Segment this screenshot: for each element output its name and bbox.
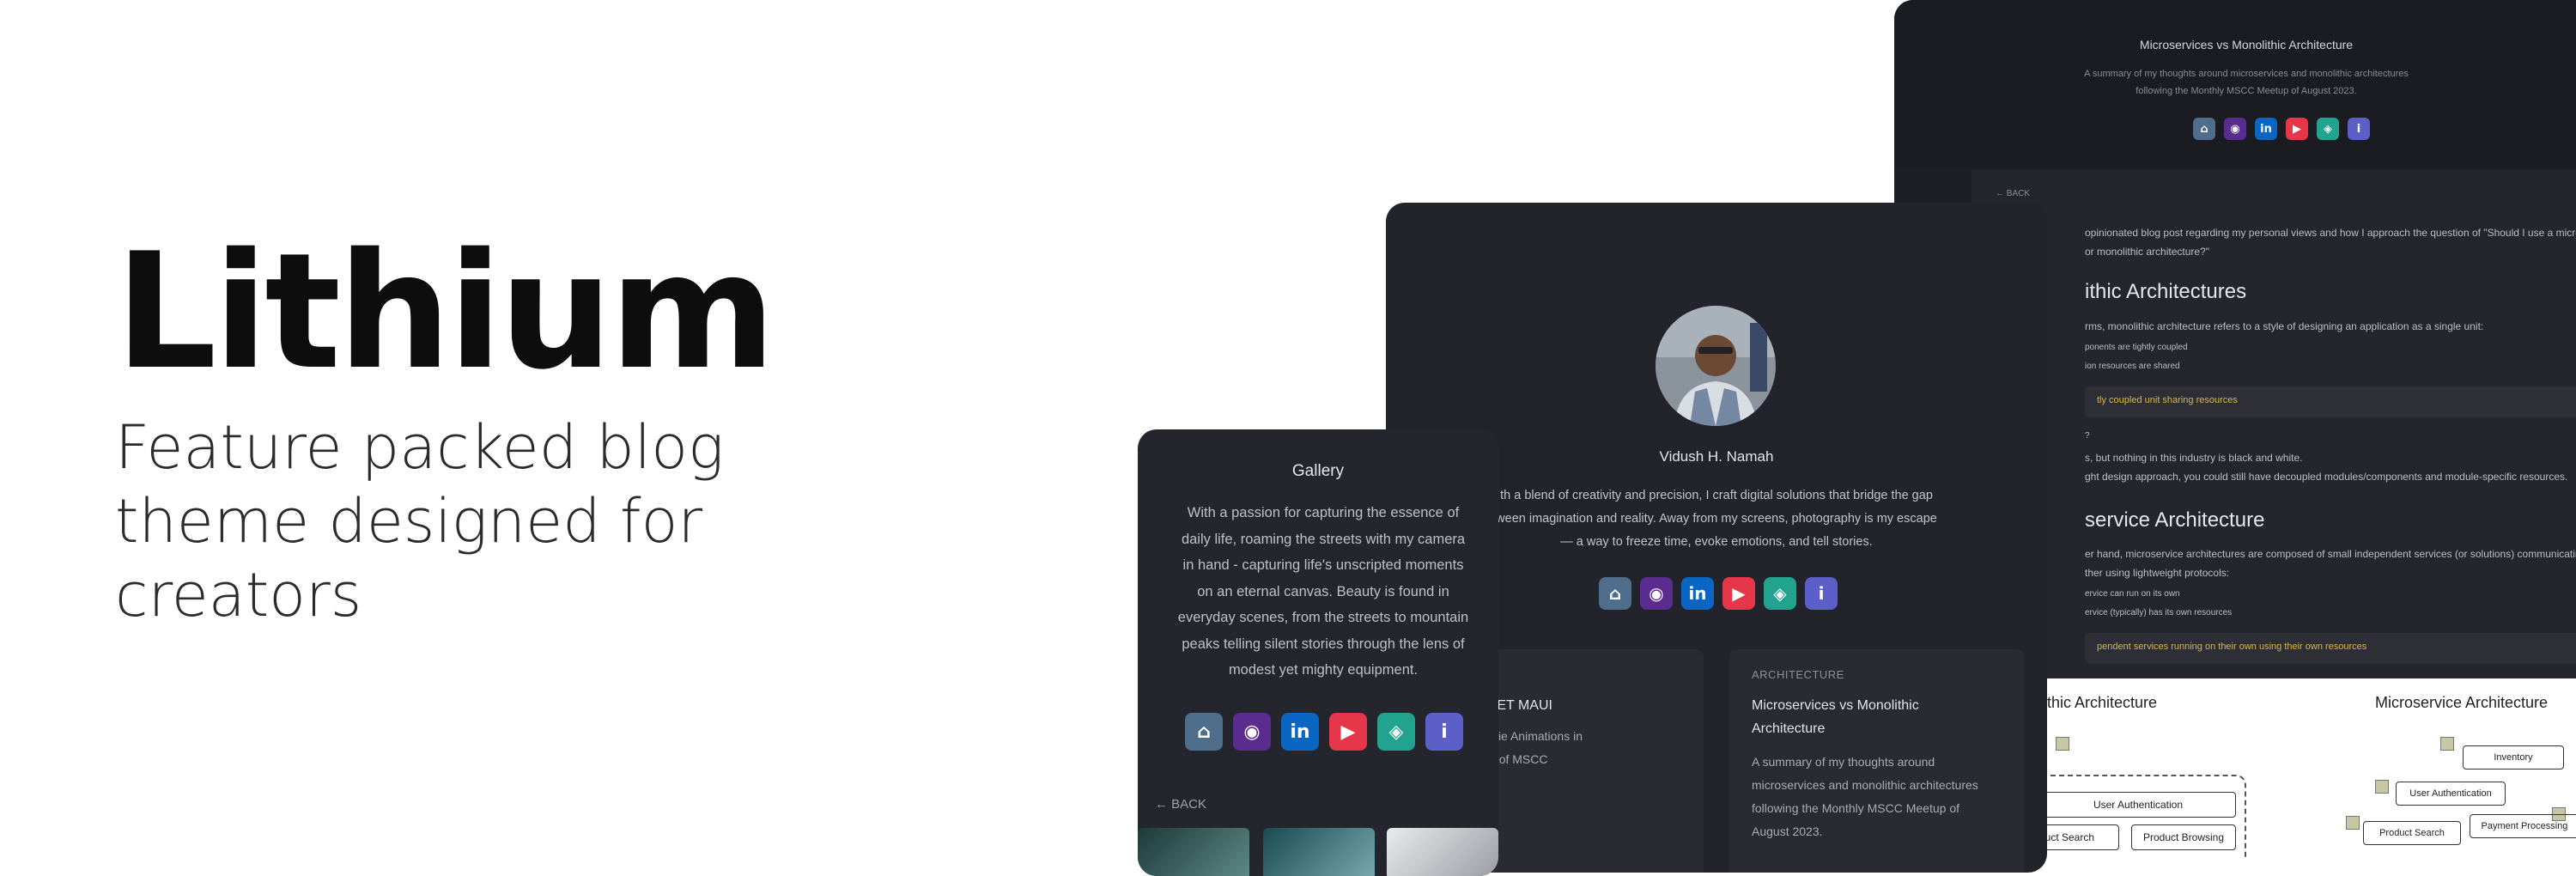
article-header: Microservices vs Monolithic Architecture… (1894, 0, 2576, 167)
gallery-desc-line: in hand - capturing life's unscripted mo… (1182, 557, 1464, 573)
article-description: A summary of my thoughts around microser… (1894, 65, 2576, 100)
article-intro-line: or monolithic architecture?" (2085, 246, 2209, 258)
social-links: ⌂ ◉ in ▶ ◈ i (1185, 713, 1463, 751)
post-desc-line: August 2023. (1752, 824, 1823, 838)
back-link[interactable]: ← BACK (1155, 797, 1206, 812)
paragraph: er hand, microservice architectures are … (2085, 548, 2576, 560)
diagram-left-title: lithic Architecture (2040, 694, 2158, 711)
callout: pendent services running on their own us… (2085, 633, 2576, 664)
architecture-diagram: lithic Architecture Microservice Archite… (1971, 678, 2576, 859)
article-description-line: following the Monthly MSCC Meetup of Aug… (2136, 86, 2357, 96)
hero-subtitle-line: theme designed for (115, 486, 703, 557)
hero-subtitle: Feature packed blog theme designed for c… (115, 411, 733, 632)
paragraph: ght design approach, you could still hav… (2085, 471, 2568, 483)
camera-icon[interactable]: ◈ (1764, 577, 1796, 610)
article-description-line: A summary of my thoughts around microser… (2084, 69, 2409, 79)
back-label: BACK (1171, 797, 1207, 812)
back-link[interactable]: ← BACK (1996, 189, 2030, 198)
paragraph: rms, monolithic architecture refers to a… (2085, 320, 2484, 332)
bio-line: ween imagination and reality. Away from … (1496, 512, 1937, 526)
gallery-desc-line: With a passion for capturing the essence… (1187, 505, 1460, 520)
diagram-box: Payment Processing (2470, 814, 2576, 838)
youtube-icon[interactable]: ▶ (1329, 713, 1367, 751)
heading-monolithic: ithic Architectures (2085, 280, 2247, 303)
diagram-box: User Authentication (2040, 792, 2236, 818)
camera-icon[interactable]: ◈ (1377, 713, 1415, 751)
hero-subtitle-line: creators (115, 560, 362, 630)
linkedin-icon[interactable]: in (1681, 577, 1714, 610)
post-description: A summary of my thoughts around microser… (1752, 751, 1978, 843)
info-icon[interactable]: i (1425, 713, 1463, 751)
article-intro: opinionated blog post regarding my perso… (2085, 223, 2576, 261)
hero-title: Lithium (115, 218, 776, 405)
hero: Lithium Feature packed blog theme design… (115, 218, 776, 632)
hero-subtitle-line: Feature packed blog (115, 412, 725, 483)
gallery-thumbnail[interactable] (1263, 828, 1375, 876)
database-icon (2440, 737, 2454, 751)
post-title-line: Microservices vs Monolithic (1752, 698, 1919, 713)
database-icon (2375, 780, 2389, 794)
bullet: ion resources are shared (2085, 362, 2180, 371)
database-icon (2346, 816, 2360, 830)
diagram-box: Product Browsing (2131, 824, 2236, 850)
arrow-left-icon: ← (1155, 797, 1172, 812)
youtube-icon[interactable]: ▶ (1722, 577, 1755, 610)
gallery-desc-line: on an eternal canvas. Beauty is found in (1197, 583, 1449, 599)
bullet: ponents are tightly coupled (2085, 343, 2188, 352)
post-desc-line: following the Monthly MSCC Meetup of (1752, 801, 1959, 815)
home-icon[interactable]: ⌂ (2193, 118, 2215, 140)
post-desc-line: microservices and monolithic architectur… (1752, 778, 1978, 792)
post-desc-line: A summary of my thoughts around (1752, 755, 1935, 769)
youtube-icon[interactable]: ▶ (2286, 118, 2308, 140)
diagram-box: User Authentication (2396, 782, 2506, 806)
gallery-desc-line: everyday scenes, from the streets to mou… (1177, 610, 1469, 625)
paragraph: s, but nothing in this industry is black… (2085, 452, 2303, 464)
social-links: ⌂ ◉ in ▶ ◈ i (1599, 577, 1838, 610)
post-category: ARCHITECTURE (1752, 668, 1844, 681)
social-links: ⌂ ◉ in ▶ ◈ i (2193, 118, 2370, 140)
gallery-description: With a passion for capturing the essence… (1160, 500, 1486, 684)
callout: tly coupled unit sharing resources (2085, 386, 2576, 417)
gallery-desc-line: modest yet mighty equipment. (1228, 662, 1419, 678)
post-title-line: Architecture (1752, 721, 1826, 736)
camera-icon[interactable]: ◈ (2317, 118, 2339, 140)
gallery-thumbnail[interactable] (1387, 828, 1498, 876)
article-body: ← BACK opinionated blog post regarding m… (1971, 170, 2576, 859)
paragraph: ther using lightweight protocols: (2085, 567, 2230, 579)
linkedin-icon[interactable]: in (1281, 713, 1319, 751)
avatar (1656, 306, 1776, 426)
github-icon[interactable]: ◉ (1640, 577, 1673, 610)
gallery-thumbnail[interactable] (1138, 828, 1249, 876)
gallery-title: Gallery (1291, 462, 1345, 480)
author-bio: th a blend of creativity and precision, … (1489, 484, 1944, 554)
article-title: Microservices vs Monolithic Architecture (2139, 38, 2354, 52)
post-title: Microservices vs Monolithic Architecture (1752, 694, 1919, 740)
diagram-box: Inventory (2463, 745, 2564, 770)
paragraph: ? (2085, 431, 2090, 441)
bio-line: th a blend of creativity and precision, … (1500, 489, 1933, 502)
heading-microservice: service Architecture (2085, 508, 2265, 532)
home-icon[interactable]: ⌂ (1185, 713, 1223, 751)
home-icon[interactable]: ⌂ (1599, 577, 1631, 610)
post-card[interactable]: ARCHITECTURE Microservices vs Monolithic… (1729, 649, 2025, 873)
gallery-desc-line: daily life, roaming the streets with my … (1181, 531, 1466, 547)
github-icon[interactable]: ◉ (2224, 118, 2246, 140)
diagram-right-title: Microservice Architecture (2375, 694, 2549, 711)
diagram-box: Product Search (2363, 821, 2461, 845)
bio-line: — a way to freeze time, evoke emotions, … (1560, 535, 1873, 549)
bullet: ervice (typically) has its own resources (2085, 608, 2233, 617)
info-icon[interactable]: i (1805, 577, 1838, 610)
database-icon (2056, 737, 2069, 751)
gallery-screenshot: Gallery With a passion for capturing the… (1138, 429, 1498, 876)
gallery-desc-line: peaks telling silent stories through the… (1182, 636, 1465, 652)
info-icon[interactable]: i (2348, 118, 2370, 140)
linkedin-icon[interactable]: in (2255, 118, 2277, 140)
github-icon[interactable]: ◉ (1233, 713, 1271, 751)
bullet: ervice can run on its own (2085, 589, 2180, 599)
article-intro-line: opinionated blog post regarding my perso… (2085, 227, 2576, 239)
